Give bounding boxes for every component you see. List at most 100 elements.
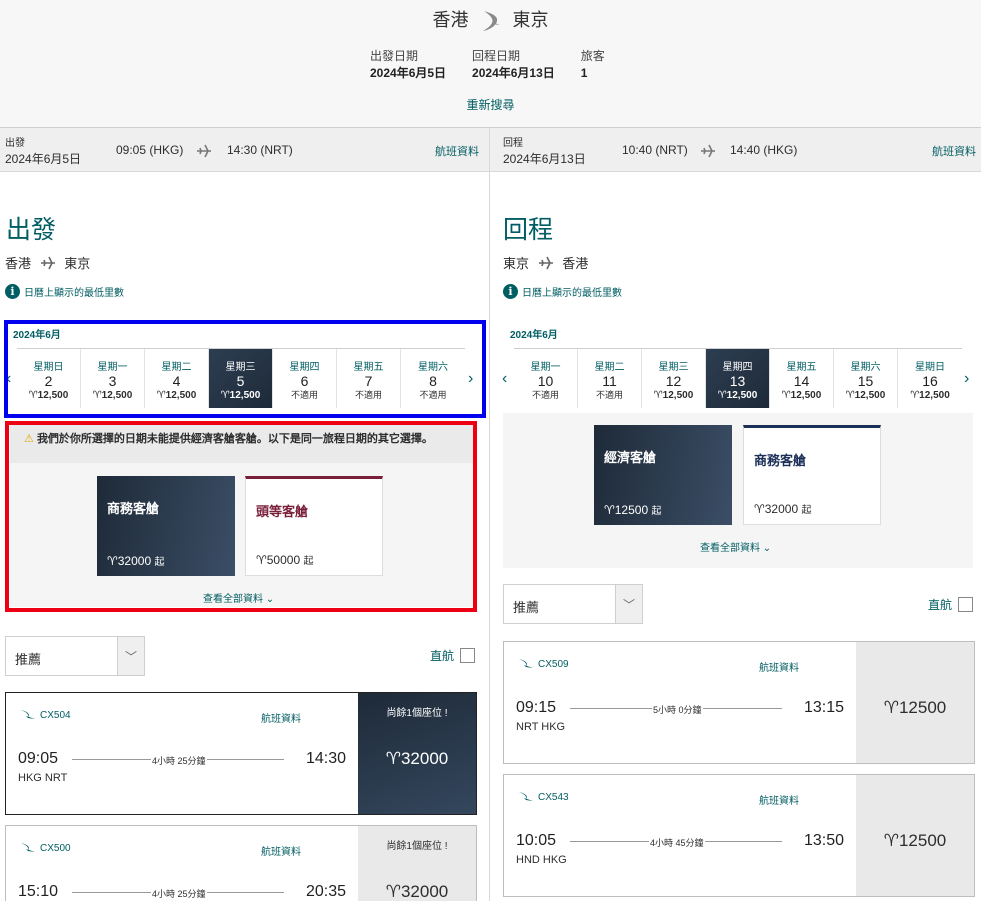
warning-highlight-box bbox=[5, 421, 477, 612]
outbound-sort-select[interactable]: 推薦 ﹀ bbox=[5, 636, 145, 676]
cal-dow: 星期二 bbox=[594, 362, 625, 373]
inbound-leg-info-link[interactable]: 航班資料 bbox=[932, 143, 976, 159]
flight-number-text: CX504 bbox=[40, 709, 71, 721]
cal-date: 10 bbox=[537, 373, 554, 389]
flight-info-link[interactable]: 航班資料 bbox=[261, 710, 301, 725]
research-label[interactable]: 重新搜尋 bbox=[466, 98, 514, 112]
cal-dow: 星期三 bbox=[658, 362, 689, 373]
flight-airports: HKG NRT bbox=[18, 772, 68, 784]
cal-dow: 星期五 bbox=[786, 362, 817, 373]
search-details: 出發日期 2024年6月5日 回程日期 2024年6月13日 旅客 1 bbox=[370, 48, 605, 82]
outbound-nonstop-filter[interactable]: 直航 bbox=[430, 647, 476, 664]
outbound-from: 香港 bbox=[5, 256, 32, 271]
inbound-cal-day-selected[interactable]: 星期四 13 ♈12,500 bbox=[706, 349, 770, 408]
inbound-cal-prev-icon[interactable]: ‹ bbox=[502, 370, 507, 388]
inbound-see-all-link[interactable]: 查看全部資料 ⌄ bbox=[700, 539, 771, 554]
flight-arr-time: 14:30 bbox=[306, 750, 347, 767]
flight-price: ♈12500 bbox=[883, 698, 947, 717]
flight-number: CX543 bbox=[518, 791, 569, 803]
plane-icon bbox=[40, 256, 55, 270]
inbound-cal-next-icon[interactable]: › bbox=[964, 370, 969, 388]
flight-number: CX509 bbox=[518, 658, 569, 670]
cabin-price-suffix: 起 bbox=[801, 505, 812, 516]
outbound-leg-arr: 14:30 (NRT) bbox=[227, 143, 293, 157]
cabin-price: ♈12500 起 bbox=[604, 502, 661, 517]
inbound-calendar: 星期一 10 不適用 星期二 11 不適用 星期三 12 ♈12,500 星期四 13 ♈12,… bbox=[514, 348, 962, 408]
inbound-cal-day[interactable]: 星期六 15 ♈12,500 bbox=[834, 349, 898, 408]
inbound-cal-day[interactable]: 星期一 10 不適用 bbox=[514, 349, 578, 408]
flight-dep-time: 09:15 bbox=[516, 699, 557, 716]
outbound-to: 東京 bbox=[64, 256, 91, 271]
outbound-route: 香港 東京 bbox=[5, 253, 90, 272]
nonstop-checkbox[interactable] bbox=[958, 597, 974, 612]
flight-price-box[interactable]: ♈12500 bbox=[856, 642, 974, 763]
search-summary: 香港 東京 出發日期 2024年6月5日 回程日期 2024年6月13日 旅客 1 重… bbox=[0, 0, 981, 128]
inbound-cabin-economy[interactable]: 經濟客艙 ♈12500 起 bbox=[594, 425, 732, 525]
flight-number-text: CX509 bbox=[538, 658, 569, 670]
cathay-logo-icon bbox=[482, 11, 500, 32]
inbound-flight-card[interactable]: CX509 航班資料 09:15 5小時 0分鐘 13:15 NRT HKG ♈… bbox=[503, 641, 975, 764]
chevron-down-icon[interactable]: ﹀ bbox=[117, 637, 144, 675]
inbound-cal-day[interactable]: 星期日 16 ♈12,500 bbox=[898, 349, 962, 408]
chevron-down-icon: ⌄ bbox=[762, 543, 772, 554]
inbound-cal-day[interactable]: 星期三 12 ♈12,500 bbox=[642, 349, 706, 408]
outbound-title: 出發 bbox=[6, 216, 57, 244]
inbound-route: 東京 香港 bbox=[503, 253, 588, 272]
inbound-nonstop-filter[interactable]: 直航 bbox=[928, 596, 974, 613]
inbound-sort-select[interactable]: 推薦 ﹀ bbox=[503, 584, 643, 624]
cal-date: 12 bbox=[665, 373, 682, 389]
flight-duration: 5小時 0分鐘 bbox=[652, 703, 703, 716]
column-divider bbox=[489, 128, 490, 901]
cal-price: ♈12,500 bbox=[845, 390, 886, 401]
flight-info-link[interactable]: 航班資料 bbox=[759, 659, 799, 674]
flight-price-box[interactable]: ♈12500 bbox=[856, 775, 974, 896]
inbound-leg-dep: 10:40 (NRT) bbox=[622, 143, 688, 157]
cal-dow: 星期一 bbox=[530, 362, 561, 373]
inbound-fare-note[interactable]: i 日曆上顯示的最低里數 bbox=[503, 284, 622, 299]
cal-dow: 星期六 bbox=[850, 362, 881, 373]
cathay-logo-icon bbox=[21, 843, 35, 852]
cal-price: 不適用 bbox=[595, 390, 623, 400]
chevron-down-icon[interactable]: ﹀ bbox=[615, 585, 642, 623]
nonstop-label: 直航 bbox=[928, 598, 953, 612]
sort-value: 推薦 bbox=[15, 652, 42, 667]
outbound-fare-note[interactable]: i 日曆上顯示的最低里數 bbox=[5, 284, 124, 299]
inbound-cabin-business[interactable]: 商務客艙 ♈32000 起 bbox=[743, 425, 881, 525]
cal-dow: 星期四 bbox=[722, 362, 753, 373]
outbound-leg-label: 出發 bbox=[5, 138, 25, 149]
flight-price: ♈32000 bbox=[385, 749, 449, 768]
inbound-from: 東京 bbox=[503, 256, 530, 271]
flight-number: CX504 bbox=[20, 709, 71, 721]
flight-info-link[interactable]: 航班資料 bbox=[759, 792, 799, 807]
see-all-label[interactable]: 查看全部資料 bbox=[700, 543, 760, 554]
seats-left: 尚餘1個座位 ! bbox=[386, 708, 448, 719]
flight-duration: 4小時 45分鐘 bbox=[649, 836, 705, 849]
flight-price-box[interactable]: 尚餘1個座位 ! ♈32000 bbox=[358, 693, 476, 814]
depart-date-label: 出發日期 bbox=[370, 49, 419, 63]
cal-date: 13 bbox=[729, 373, 746, 389]
nonstop-checkbox[interactable] bbox=[460, 648, 476, 663]
outbound-fare-note-text: 日曆上顯示的最低里數 bbox=[24, 288, 124, 299]
cal-price: ♈12,500 bbox=[717, 390, 758, 401]
cal-price: ♈12,500 bbox=[653, 390, 694, 401]
flight-arr-time: 13:50 bbox=[804, 832, 845, 849]
flight-info-link[interactable]: 航班資料 bbox=[261, 843, 301, 858]
inbound-cal-day[interactable]: 星期五 14 ♈12,500 bbox=[770, 349, 834, 408]
passengers-label: 旅客 bbox=[580, 49, 605, 63]
cabin-price-value: ♈12500 bbox=[604, 503, 649, 517]
flight-price-box[interactable]: 尚餘1個座位 ! ♈32000 bbox=[358, 826, 476, 901]
flight-number-text: CX543 bbox=[538, 791, 569, 803]
research-link[interactable]: 重新搜尋 bbox=[0, 96, 981, 113]
route-title: 香港 東京 bbox=[0, 6, 981, 33]
flight-airports: NRT HKG bbox=[516, 721, 566, 733]
outbound-flight-card[interactable]: CX504 航班資料 09:05 4小時 25分鐘 14:30 HKG NRT … bbox=[5, 692, 477, 815]
inbound-flight-card[interactable]: CX543 航班資料 10:05 4小時 45分鐘 13:50 HND HKG … bbox=[503, 774, 975, 897]
cathay-logo-icon bbox=[519, 659, 533, 668]
depart-date-value: 2024年6月5日 bbox=[370, 66, 447, 80]
inbound-cal-day[interactable]: 星期二 11 不適用 bbox=[578, 349, 642, 408]
cathay-logo-icon bbox=[519, 792, 533, 801]
summary-origin: 香港 bbox=[432, 10, 469, 30]
outbound-leg-info-link[interactable]: 航班資料 bbox=[435, 143, 479, 159]
nonstop-label: 直航 bbox=[430, 649, 455, 663]
outbound-flight-card[interactable]: CX500 航班資料 15:10 4小時 25分鐘 20:35 尚餘1個座位 !… bbox=[5, 825, 477, 901]
